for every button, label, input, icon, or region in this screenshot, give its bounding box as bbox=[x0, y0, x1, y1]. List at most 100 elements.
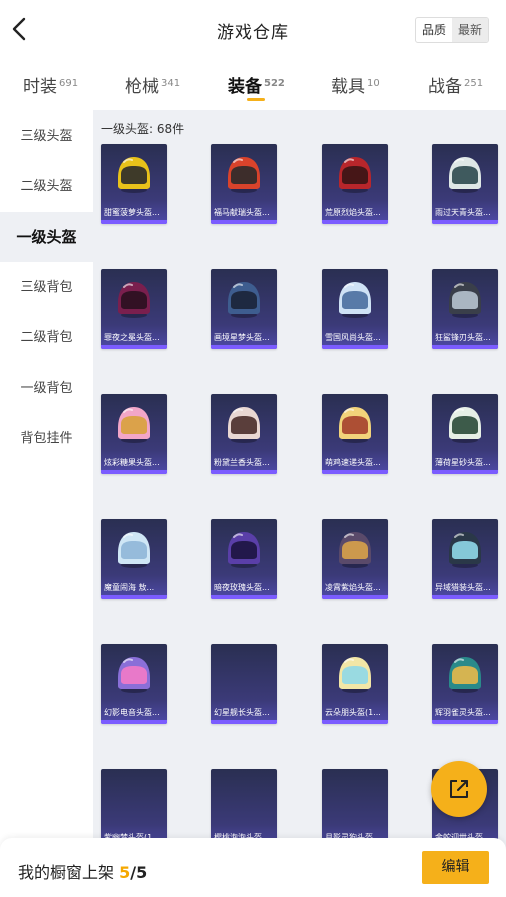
helmet-item-card[interactable]: 云朵朋头盔(1... bbox=[322, 644, 388, 724]
rarity-bar bbox=[101, 470, 167, 474]
rarity-bar bbox=[322, 595, 388, 599]
tab-count: 522 bbox=[264, 78, 285, 89]
rarity-bar bbox=[432, 470, 498, 474]
item-name: 幻星舰长头盔... bbox=[214, 708, 270, 717]
item-name: 雨过天青头盔... bbox=[435, 208, 491, 217]
helmet-item-card[interactable]: 炫彩糖果头盔... bbox=[101, 394, 167, 474]
sidebar-item-level1-backpack[interactable]: 一级背包 bbox=[0, 364, 93, 414]
item-name: 荒原烈焰头盔... bbox=[325, 208, 381, 217]
helmet-icon bbox=[449, 407, 481, 443]
tab-label: 装备 bbox=[228, 77, 262, 97]
helmet-item-card[interactable]: 薄荷星砂头盔... bbox=[432, 394, 498, 474]
helmet-item-card[interactable]: 画境星梦头盔... bbox=[211, 269, 277, 349]
tab-supplies[interactable]: 战备 251 bbox=[428, 72, 483, 97]
item-name: 辉羽雀灵头盔... bbox=[435, 708, 491, 717]
tab-label: 载具 bbox=[331, 77, 365, 97]
sort-newest-button[interactable]: 最新 bbox=[452, 18, 488, 42]
tab-label: 时装 bbox=[23, 77, 57, 97]
helmet-icon bbox=[339, 657, 371, 693]
helmet-item-card[interactable]: 暗夜玫瑰头盔... bbox=[211, 519, 277, 599]
tab-count: 341 bbox=[161, 78, 181, 89]
helmet-icon bbox=[339, 407, 371, 443]
helmet-icon bbox=[449, 282, 481, 318]
share-button[interactable] bbox=[431, 761, 487, 817]
rarity-bar bbox=[101, 345, 167, 349]
rarity-bar bbox=[101, 720, 167, 724]
helmet-icon bbox=[228, 282, 260, 318]
rarity-bar bbox=[101, 595, 167, 599]
rarity-bar bbox=[211, 220, 277, 224]
helmet-item-card[interactable]: 雪国风尚头盔... bbox=[322, 269, 388, 349]
helmet-icon bbox=[339, 532, 371, 568]
helmet-item-card[interactable]: 罪夜之冕头盔... bbox=[101, 269, 167, 349]
helmet-item-card[interactable]: 辉羽雀灵头盔... bbox=[432, 644, 498, 724]
item-name: 炫彩糖果头盔... bbox=[104, 458, 160, 467]
showcase-count: 5 bbox=[119, 863, 131, 882]
helmet-item-card[interactable]: 萌鸡速递头盔... bbox=[322, 394, 388, 474]
rarity-bar bbox=[101, 220, 167, 224]
tab-weapons[interactable]: 枪械 341 bbox=[125, 72, 180, 97]
sidebar-item-level3-helmet[interactable]: 三级头盔 bbox=[0, 112, 93, 162]
share-external-icon bbox=[450, 780, 468, 798]
helmet-item-card[interactable]: 月影灵狗头盔... bbox=[322, 769, 388, 849]
tab-equipment[interactable]: 装备 522 bbox=[228, 72, 285, 97]
helmet-icon bbox=[449, 532, 481, 568]
helmet-item-card[interactable]: 甜蜜菠萝头盔... bbox=[101, 144, 167, 224]
item-name: 狂鲨锋刃头盔... bbox=[435, 333, 491, 342]
tab-vehicles[interactable]: 载具 10 bbox=[331, 72, 380, 97]
item-count-label: 一级头盔: 68件 bbox=[101, 122, 185, 136]
tab-fashion[interactable]: 时装 691 bbox=[23, 72, 78, 97]
rarity-bar bbox=[432, 345, 498, 349]
tab-label: 枪械 bbox=[125, 77, 159, 97]
helmet-icon bbox=[228, 532, 260, 568]
bottom-bar: 我的橱窗上架 5/5 编辑 bbox=[0, 838, 506, 897]
helmet-icon bbox=[449, 157, 481, 193]
helmet-icon bbox=[339, 157, 371, 193]
sidebar-item-level1-helmet[interactable]: 一级头盔 bbox=[0, 212, 93, 262]
helmet-item-card[interactable]: 福马献瑞头盔... bbox=[211, 144, 277, 224]
showcase-label: 我的橱窗上架 bbox=[18, 863, 115, 882]
item-name: 雪国风尚头盔... bbox=[325, 333, 381, 342]
helmet-icon bbox=[118, 282, 150, 318]
sidebar-item-level2-backpack[interactable]: 二级背包 bbox=[0, 313, 93, 363]
helmet-item-card[interactable]: 幻影电音头盔... bbox=[101, 644, 167, 724]
tab-count: 691 bbox=[59, 78, 79, 89]
showcase-status: 我的橱窗上架 5/5 bbox=[18, 859, 147, 883]
helmet-item-card[interactable]: 雨过天青头盔... bbox=[432, 144, 498, 224]
helmet-icon bbox=[228, 407, 260, 443]
rarity-bar bbox=[211, 720, 277, 724]
helmet-item-card[interactable]: 凌霄紫焰头盔... bbox=[322, 519, 388, 599]
rarity-bar bbox=[322, 345, 388, 349]
sidebar-item-level2-helmet[interactable]: 二级头盔 bbox=[0, 162, 93, 212]
tab-count: 10 bbox=[367, 78, 380, 89]
helmet-item-card[interactable]: 紫幽梦头盔(1... bbox=[101, 769, 167, 849]
item-name: 粉黛兰香头盔... bbox=[214, 458, 270, 467]
helmet-item-card[interactable]: 异域猎装头盔... bbox=[432, 519, 498, 599]
item-name: 薄荷星砂头盔... bbox=[435, 458, 491, 467]
rarity-bar bbox=[322, 470, 388, 474]
helmet-item-card[interactable]: 樱桃泡泡头盔... bbox=[211, 769, 277, 849]
sidebar-item-level3-backpack[interactable]: 三级背包 bbox=[0, 263, 93, 313]
helmet-item-card[interactable]: 幻星舰长头盔... bbox=[211, 644, 277, 724]
tab-count: 251 bbox=[464, 78, 484, 89]
rarity-bar bbox=[432, 720, 498, 724]
rarity-bar bbox=[211, 470, 277, 474]
rarity-bar bbox=[432, 220, 498, 224]
category-tabs: 时装 691 枪械 341 装备 522 载具 10 战备 251 bbox=[0, 60, 506, 110]
item-name: 凌霄紫焰头盔... bbox=[325, 583, 381, 592]
helmet-icon bbox=[449, 657, 481, 693]
rarity-bar bbox=[211, 345, 277, 349]
helmet-item-card[interactable]: 狂鲨锋刃头盔... bbox=[432, 269, 498, 349]
helmet-icon bbox=[118, 657, 150, 693]
sort-quality-button[interactable]: 品质 bbox=[416, 18, 452, 42]
item-name: 甜蜜菠萝头盔... bbox=[104, 208, 160, 217]
rarity-bar bbox=[322, 220, 388, 224]
helmet-item-card[interactable]: 荒原烈焰头盔... bbox=[322, 144, 388, 224]
item-name: 暗夜玫瑰头盔... bbox=[214, 583, 270, 592]
helmet-item-card[interactable]: 魔童闹海 敖... bbox=[101, 519, 167, 599]
sidebar-item-backpack-charm[interactable]: 背包挂件 bbox=[0, 414, 93, 464]
helmet-item-card[interactable]: 粉黛兰香头盔... bbox=[211, 394, 277, 474]
edit-button[interactable]: 编辑 bbox=[422, 851, 489, 884]
rarity-bar bbox=[211, 595, 277, 599]
rarity-bar bbox=[322, 720, 388, 724]
